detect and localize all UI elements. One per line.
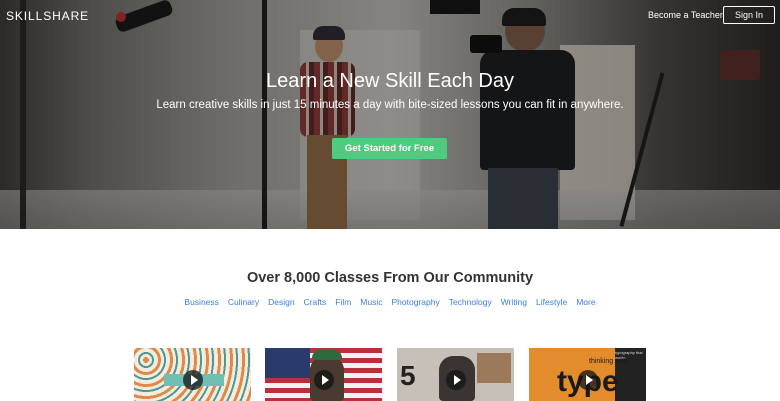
class-thumbnail[interactable]: 5 xyxy=(397,348,514,401)
category-technology[interactable]: Technology xyxy=(449,297,492,307)
play-icon[interactable] xyxy=(183,370,203,390)
hero-title: Learn a New Skill Each Day xyxy=(266,70,514,92)
hero-banner: SKILLSHARE Become a Teacher Sign In Lear… xyxy=(0,0,780,229)
play-icon[interactable] xyxy=(578,370,598,390)
instructor-cap xyxy=(312,350,342,360)
class-thumbnail[interactable] xyxy=(265,348,382,401)
category-culinary[interactable]: Culinary xyxy=(228,297,259,307)
category-more[interactable]: More xyxy=(576,297,595,307)
category-film[interactable]: Film xyxy=(335,297,351,307)
flag-stars xyxy=(265,348,310,378)
category-music[interactable]: Music xyxy=(360,297,382,307)
get-started-button[interactable]: Get Started for Free xyxy=(332,138,447,159)
shelf xyxy=(477,353,511,383)
play-icon[interactable] xyxy=(446,370,466,390)
category-design[interactable]: Design xyxy=(268,297,294,307)
category-photography[interactable]: Photography xyxy=(392,297,440,307)
thumbnail-title: thinking with xyxy=(589,358,628,365)
thumbnail-number: 5 xyxy=(400,360,416,391)
section-title: Over 8,000 Classes From Our Community xyxy=(246,270,534,286)
category-writing[interactable]: Writing xyxy=(501,297,527,307)
category-nav: Business Culinary Design Crafts Film Mus… xyxy=(0,297,780,307)
play-icon[interactable] xyxy=(314,370,334,390)
hero-overlay xyxy=(0,0,780,229)
class-thumbnail[interactable] xyxy=(134,348,251,401)
category-crafts[interactable]: Crafts xyxy=(304,297,327,307)
sign-in-button[interactable]: Sign In xyxy=(723,6,775,24)
become-teacher-link[interactable]: Become a Teacher xyxy=(648,10,723,20)
category-business[interactable]: Business xyxy=(184,297,219,307)
class-thumbnail[interactable]: typography that works thinking with type xyxy=(529,348,646,401)
hero-subtitle: Learn creative skills in just 15 minutes… xyxy=(156,99,624,111)
category-lifestyle[interactable]: Lifestyle xyxy=(536,297,567,307)
skillshare-logo[interactable]: SKILLSHARE xyxy=(6,9,89,23)
